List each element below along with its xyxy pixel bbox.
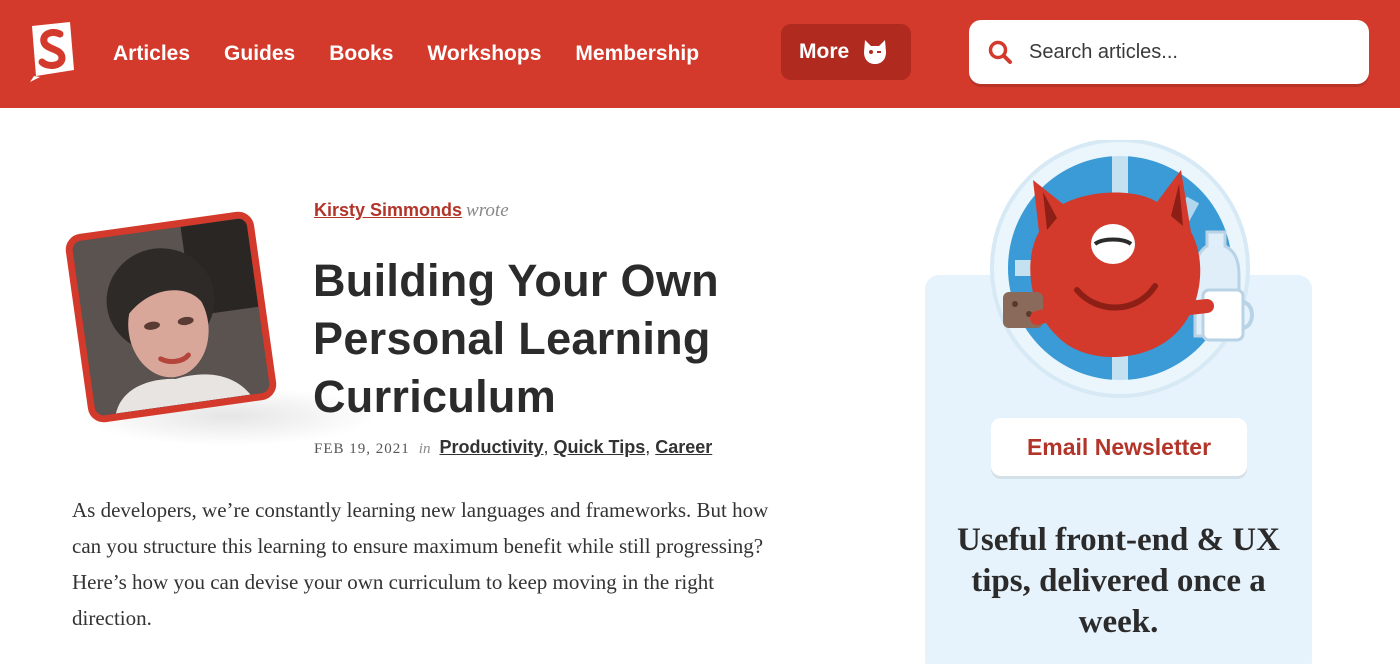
top-navigation: Articles Guides Books Workshops Membersh…	[0, 0, 1400, 108]
author-avatar-wrap	[58, 209, 378, 450]
nav-guides[interactable]: Guides	[224, 42, 295, 66]
article-date: FEB 19, 2021	[314, 441, 410, 457]
nav-books[interactable]: Books	[329, 42, 393, 66]
cat-icon	[864, 40, 887, 64]
mascot-illustration	[990, 140, 1254, 398]
main-nav: Articles Guides Books Workshops Membersh…	[96, 0, 716, 108]
more-label: More	[799, 40, 850, 63]
author-link[interactable]: Kirsty Simmonds	[314, 200, 462, 220]
article-title[interactable]: Building Your Own Personal Learning Curr…	[313, 252, 833, 426]
byline: Kirsty Simmonds wrote	[314, 200, 509, 222]
category-career[interactable]: Career	[655, 437, 712, 457]
nav-workshops[interactable]: Workshops	[427, 42, 541, 66]
byline-wrote: wrote	[466, 200, 509, 221]
category-quick-tips[interactable]: Quick Tips	[554, 437, 646, 457]
nav-articles[interactable]: Articles	[113, 42, 190, 66]
nav-membership[interactable]: Membership	[575, 42, 699, 66]
search-box[interactable]	[969, 20, 1369, 84]
search-icon	[988, 40, 1012, 64]
article-excerpt: As developers, we’re constantly learning…	[72, 498, 769, 630]
category-productivity[interactable]: Productivity	[439, 437, 543, 457]
smashing-logo[interactable]	[26, 20, 78, 84]
author-photo	[71, 217, 271, 417]
author-avatar[interactable]	[63, 209, 279, 425]
more-button[interactable]: More	[781, 24, 911, 80]
search-input[interactable]	[1029, 40, 1349, 64]
article-meta: FEB 19, 2021 in Productivity, Quick Tips…	[314, 437, 713, 457]
newsletter-tagline: Useful front-end & UX tips, delivered on…	[957, 522, 1280, 640]
email-newsletter-button[interactable]: Email Newsletter	[991, 418, 1247, 476]
meta-in: in	[418, 441, 431, 457]
